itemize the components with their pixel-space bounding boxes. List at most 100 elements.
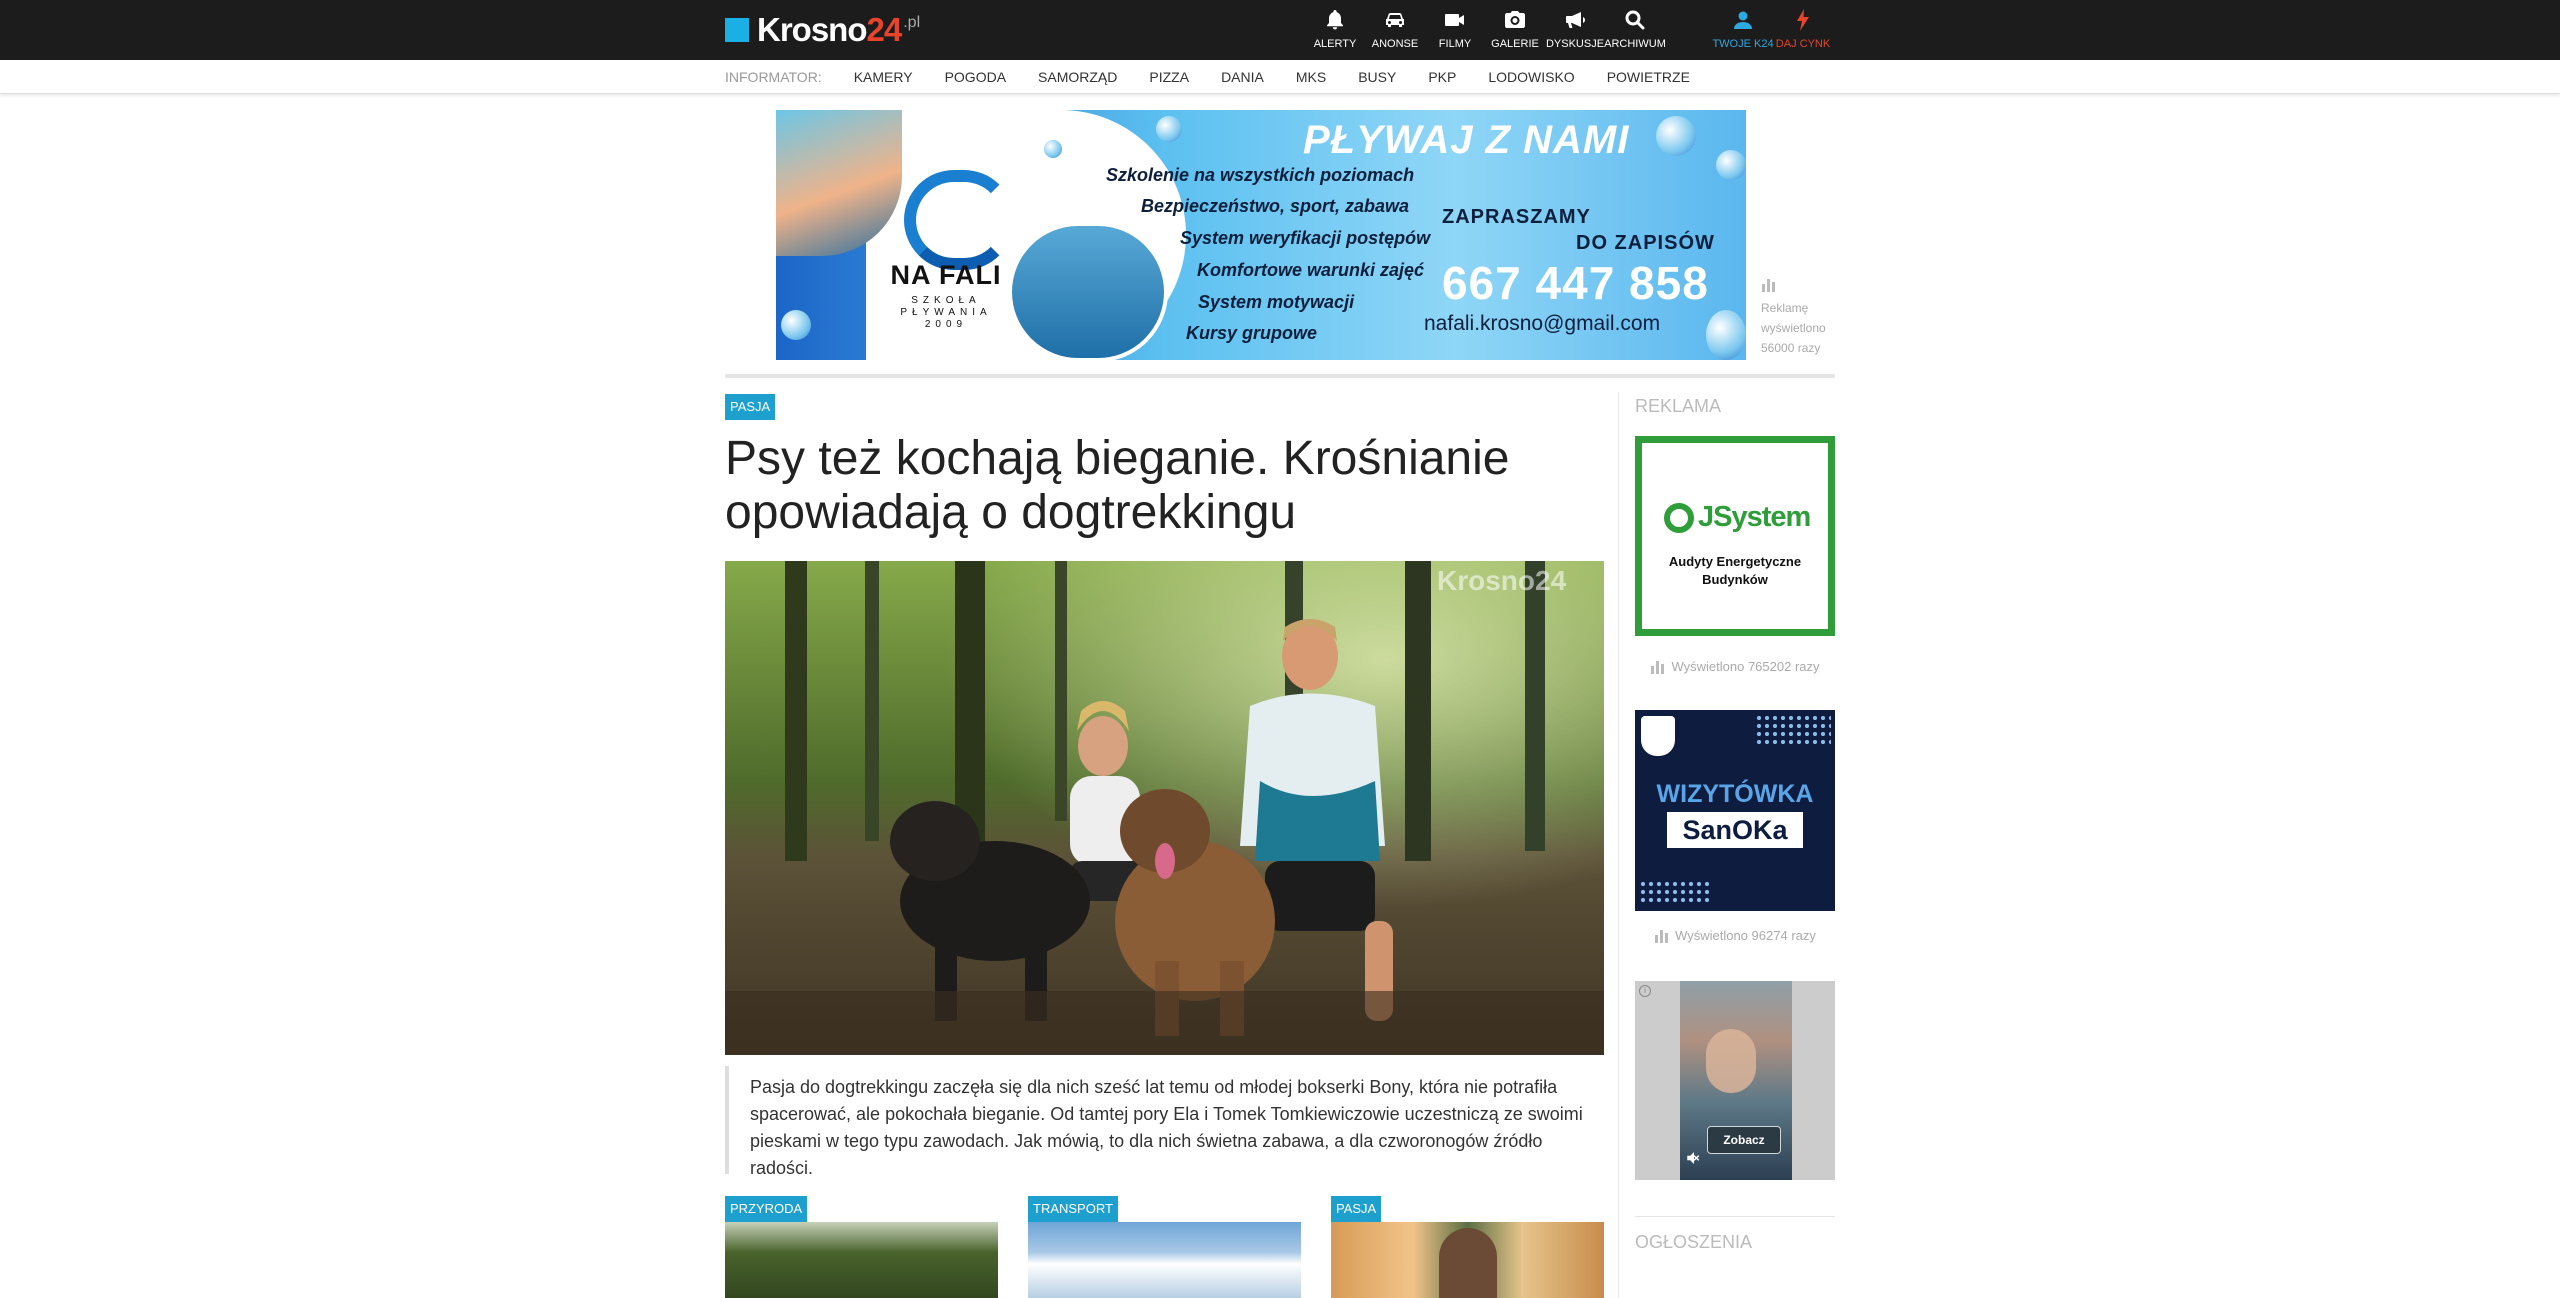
jsystem-stats-text: Wyświetlono 765202 razy bbox=[1671, 658, 1820, 674]
banner-line: Kursy grupowe bbox=[1186, 323, 1318, 343]
bubble-icon bbox=[1706, 310, 1746, 360]
nav-dyskusje[interactable]: DYSKUSJE bbox=[1545, 8, 1605, 54]
banner-stats-line: 56000 razy bbox=[1761, 341, 1821, 355]
related-category-tag[interactable]: TRANSPORT bbox=[1028, 1196, 1118, 1222]
nav-twoje-k24[interactable]: TWOJE K24 bbox=[1712, 8, 1774, 54]
video-camera-icon bbox=[1445, 14, 1464, 26]
photo-camera-icon bbox=[1505, 11, 1525, 28]
banner-title: PŁYWAJ Z NAMI bbox=[1303, 118, 1630, 162]
section-divider bbox=[725, 374, 1835, 378]
nav-label: TWOJE K24 bbox=[1712, 38, 1774, 50]
informator-link-dania[interactable]: DANIA bbox=[1221, 69, 1264, 85]
bar-chart-icon bbox=[1762, 279, 1775, 292]
wizytowka-sanoka-ad[interactable]: WIZYTÓWKA SanOKa bbox=[1635, 710, 1835, 911]
bubble-icon bbox=[1716, 150, 1746, 180]
sidebar-divider bbox=[1635, 1216, 1835, 1217]
informator-link-kamery[interactable]: KAMERY bbox=[854, 69, 913, 85]
logo-text: Krosno24 bbox=[757, 11, 902, 48]
jsystem-ad-stats: Wyświetlono 765202 razy bbox=[1635, 658, 1835, 674]
informator-link-pogoda[interactable]: POGODA bbox=[945, 69, 1006, 85]
user-nav-icons: TWOJE K24 DAJ CYNK bbox=[1712, 8, 1833, 54]
car-icon bbox=[1386, 13, 1404, 27]
wizytowka-stats-text: Wyświetlono 96274 razy bbox=[1675, 927, 1816, 943]
related-article-thumbnail-2[interactable] bbox=[1028, 1222, 1301, 1298]
banner-pool-photo bbox=[1008, 222, 1168, 360]
site-logo[interactable]: Krosno24 .pl bbox=[725, 11, 921, 48]
megaphone-icon bbox=[1566, 12, 1585, 28]
nav-label: FILMY bbox=[1438, 38, 1472, 50]
informator-link-pizza[interactable]: PIZZA bbox=[1149, 69, 1189, 85]
wizytowka-ad-stats: Wyświetlono 96274 razy bbox=[1635, 927, 1835, 943]
related-category-tag[interactable]: PASJA bbox=[1331, 1196, 1382, 1222]
nav-label: DAJ CYNK bbox=[1775, 38, 1831, 50]
banner-brand-name: NA FALI bbox=[890, 260, 1002, 290]
informator-bar: INFORMATOR: KAMERY POGODA SAMORZĄD PIZZA… bbox=[0, 60, 2560, 94]
nav-label: ARCHIWUM bbox=[1604, 38, 1666, 50]
bell-icon bbox=[1327, 10, 1343, 30]
wave-logo-icon bbox=[904, 170, 1014, 270]
video-ad-cta-button[interactable]: Zobacz bbox=[1707, 1126, 1781, 1154]
banner-cta-line2: DO ZAPISÓW bbox=[1576, 232, 1715, 254]
bubble-icon bbox=[1044, 140, 1062, 158]
sanok-crest-icon bbox=[1641, 716, 1675, 756]
photo-watermark: Krosno24 bbox=[1437, 565, 1567, 596]
nav-archiwum[interactable]: ARCHIWUM bbox=[1604, 8, 1666, 54]
nav-daj-cynk[interactable]: DAJ CYNK bbox=[1773, 8, 1833, 54]
user-icon bbox=[1734, 11, 1752, 29]
nav-filmy[interactable]: FILMY bbox=[1425, 8, 1485, 54]
banner-line: Bezpieczeństwo, sport, zabawa bbox=[1141, 196, 1410, 216]
bubble-icon bbox=[1656, 116, 1696, 156]
nav-label: ANONSE bbox=[1371, 38, 1419, 50]
related-category-tag[interactable]: PRZYRODA bbox=[725, 1196, 808, 1222]
banner-stats-line: wyświetlono bbox=[1761, 321, 1826, 335]
nav-anonse[interactable]: ANONSE bbox=[1365, 8, 1425, 54]
video-ad[interactable]: i Zobacz bbox=[1635, 981, 1835, 1180]
informator-link-pkp[interactable]: PKP bbox=[1428, 69, 1456, 85]
informator-link-samorzad[interactable]: SAMORZĄD bbox=[1038, 69, 1117, 85]
bubble-icon bbox=[781, 310, 811, 340]
logo-square-icon bbox=[725, 18, 749, 42]
banner-brand-sub: SZKOŁA PŁYWANIA 2009 bbox=[900, 295, 992, 330]
sidebar-ads-heading: REKLAMA bbox=[1635, 396, 1722, 416]
jsystem-brand: JSystem bbox=[1698, 501, 1811, 533]
nav-galerie[interactable]: GALERIE bbox=[1485, 8, 1545, 54]
banner-stats-line: Reklamę bbox=[1761, 301, 1809, 315]
ad-info-icon[interactable]: i bbox=[1639, 985, 1651, 997]
nav-label: ALERTY bbox=[1313, 38, 1357, 50]
sidebar-classifieds-heading: OGŁOSZENIA bbox=[1635, 1232, 1753, 1252]
logo-suffix: .pl bbox=[903, 14, 921, 31]
nav-label: DYSKUSJE bbox=[1545, 38, 1605, 50]
banner-view-stats: Reklamę wyświetlono 56000 razy bbox=[1761, 276, 1841, 358]
jsystem-ad[interactable]: JSystem Audyty Energetyczne Budynków bbox=[1635, 436, 1835, 636]
article-main-photo[interactable]: Krosno24 bbox=[725, 561, 1604, 1055]
thumbnail-person bbox=[1439, 1228, 1497, 1298]
banner-phone: 667 447 858 bbox=[1442, 257, 1709, 309]
dogtrekking-photo bbox=[725, 561, 1604, 1055]
banner-line: System weryfikacji postępów bbox=[1180, 228, 1431, 248]
informator-link-powietrze[interactable]: POWIETRZE bbox=[1607, 69, 1690, 85]
banner-line: Szkolenie na wszystkich poziomach bbox=[1106, 165, 1415, 185]
bubble-icon bbox=[1156, 116, 1182, 142]
swimming-school-banner-ad[interactable]: NA FALI SZKOŁA PŁYWANIA 2009 PŁYWAJ Z NA… bbox=[776, 110, 1746, 360]
top-navigation-bar: Krosno24 .pl ALERTY ANONSE FILMY GALERIE… bbox=[0, 0, 2560, 60]
wizytowka-line1: WIZYTÓWKA bbox=[1656, 780, 1814, 808]
banner-line: Komfortowe warunki zajęć bbox=[1197, 260, 1425, 280]
informator-link-lodowisko[interactable]: LODOWISKO bbox=[1488, 69, 1574, 85]
jsystem-tagline: Audyty Energetyczne Budynków bbox=[1668, 554, 1802, 587]
related-article-thumbnail-1[interactable] bbox=[725, 1222, 998, 1298]
banner-brand: NA FALI SZKOŁA PŁYWANIA 2009 bbox=[876, 260, 1016, 331]
lightning-icon bbox=[1797, 9, 1809, 31]
banner-email: nafali.krosno@gmail.com bbox=[1424, 312, 1661, 335]
article-title[interactable]: Psy też kochają bieganie. Krośnianie opo… bbox=[725, 432, 1605, 540]
nav-alerty[interactable]: ALERTY bbox=[1305, 8, 1365, 54]
nav-label: GALERIE bbox=[1491, 38, 1539, 50]
mute-icon[interactable] bbox=[1685, 1149, 1703, 1167]
article-lead: Pasja do dogtrekkingu zaczęła się dla ni… bbox=[725, 1066, 1604, 1178]
banner-cta-line1: ZAPRASZAMY bbox=[1442, 206, 1591, 228]
informator-link-mks[interactable]: MKS bbox=[1296, 69, 1326, 85]
informator-link-busy[interactable]: BUSY bbox=[1358, 69, 1396, 85]
related-article-thumbnail-3[interactable] bbox=[1331, 1222, 1604, 1298]
banner-line: System motywacji bbox=[1198, 292, 1355, 312]
article-category-tag[interactable]: PASJA bbox=[725, 394, 776, 420]
wizytowka-line2: SanOKa bbox=[1667, 812, 1803, 848]
